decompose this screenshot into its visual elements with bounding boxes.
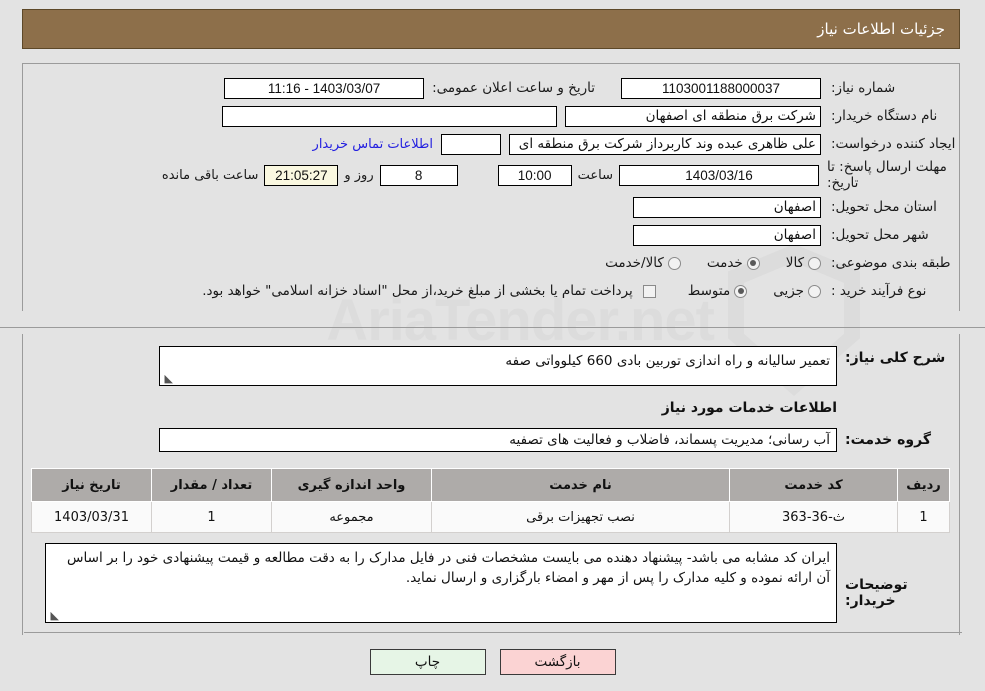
footer-bar: بازگشت چاپ — [0, 632, 985, 675]
radio-icon[interactable] — [734, 284, 748, 298]
need-number-label: شماره نیاز: — [831, 80, 896, 96]
radio-icon[interactable] — [808, 284, 821, 298]
process-option-label: جزیی — [773, 283, 804, 300]
city-field[interactable] — [633, 224, 821, 246]
creator-label: ایجاد کننده درخواست: — [831, 136, 956, 152]
cell-service-code: ث-36-363 — [729, 501, 898, 533]
days-label: روز و — [344, 168, 374, 184]
row-buyer-org: نام دستگاه خریدار: — [23, 102, 959, 130]
print-button[interactable]: چاپ — [369, 649, 486, 675]
category-radio-group: کالا خدمت کالا/خدمت — [583, 255, 821, 271]
process-radio-group: جزیی متوسط — [666, 283, 821, 299]
deadline-label: مهلت ارسال پاسخ: تا تاریخ: — [827, 159, 947, 191]
service-group-field[interactable]: آب رسانی؛ مدیریت پسماند، فاضلاب و فعالیت… — [159, 428, 837, 452]
buyer-notes-label: توضیحات خریدار: — [845, 577, 908, 609]
back-button[interactable]: بازگشت — [499, 649, 616, 675]
category-label: طبقه بندی موضوعی: — [831, 255, 951, 272]
buyer-org-field[interactable] — [565, 105, 821, 127]
cell-row-no: 1 — [897, 501, 950, 533]
cell-unit: مجموعه — [271, 501, 432, 533]
buyer-contact-link[interactable]: اطلاعات تماس خریدار — [305, 137, 441, 152]
process-label: نوع فرآیند خرید : — [831, 283, 927, 300]
radio-icon[interactable] — [667, 256, 681, 270]
page-title: جزئیات اطلاعات نیاز — [817, 20, 945, 38]
category-option-khedmat[interactable]: خدمت — [685, 255, 760, 271]
resize-grip-icon[interactable]: ◣ — [49, 610, 59, 621]
creator-field[interactable] — [509, 133, 821, 155]
province-label: استان محل تحویل: — [831, 199, 937, 216]
row-buyer-notes: توضیحات خریدار: ایران کد مشابه می باشد- … — [23, 533, 959, 635]
category-option-label: کالا — [785, 255, 804, 272]
process-option-motavaset[interactable]: متوسط — [666, 283, 748, 300]
row-deadline: مهلت ارسال پاسخ: تا تاریخ: ساعت روز و سا… — [23, 158, 959, 193]
services-table-wrap: ردیف کد خدمت نام خدمت واحد اندازه گیری ت… — [31, 468, 950, 533]
col-need-date: تاریخ نیاز — [31, 468, 152, 502]
general-description-label: شرح کلی نیاز: — [845, 350, 946, 366]
remaining-days-field[interactable] — [379, 165, 458, 187]
row-process-type: نوع فرآیند خرید : جزیی متوسط پرداخت تمام… — [23, 277, 959, 305]
category-option-kala-khedmat[interactable]: کالا/خدمت — [583, 255, 681, 271]
remaining-label: ساعت باقی مانده — [161, 168, 259, 184]
process-option-jozi[interactable]: جزیی — [751, 283, 821, 299]
details-panel: شرح کلی نیاز: تعمیر سالیانه و راه اندازی… — [22, 334, 960, 635]
page-header-bar: جزئیات اطلاعات نیاز — [22, 9, 960, 49]
page-root: AriaTender.net جزئیات اطلاعات نیاز شماره… — [0, 0, 985, 691]
footer-buttons: بازگشت چاپ — [0, 633, 985, 675]
public-announce-label: تاریخ و ساعت اعلان عمومی: — [432, 80, 595, 96]
col-row-no: ردیف — [897, 468, 950, 502]
row-need-number: شماره نیاز: تاریخ و ساعت اعلان عمومی: — [23, 74, 959, 102]
row-creator: ایجاد کننده درخواست: اطلاعات تماس خریدار — [23, 130, 959, 158]
countdown-field[interactable] — [264, 165, 339, 187]
need-number-field[interactable] — [621, 77, 821, 99]
table-header-row: ردیف کد خدمت نام خدمت واحد اندازه گیری ت… — [31, 468, 950, 502]
col-unit: واحد اندازه گیری — [271, 468, 432, 502]
category-option-kala[interactable]: کالا — [764, 255, 821, 271]
row-province: استان محل تحویل: — [23, 193, 959, 221]
general-description-value: تعمیر سالیانه و راه اندازی توربین بادی 6… — [505, 353, 830, 369]
deadline-time-field[interactable] — [497, 165, 572, 187]
resize-grip-icon[interactable]: ◣ — [163, 373, 173, 384]
treasury-checkbox-label: پرداخت تمام یا بخشی از مبلغ خرید،از محل … — [202, 283, 633, 300]
public-announce-field[interactable] — [224, 77, 425, 99]
buyer-org-label: نام دستگاه خریدار: — [831, 108, 938, 124]
col-service-name: نام خدمت — [431, 468, 730, 502]
buyer-notes-textarea[interactable]: ایران کد مشابه می باشد- پیشنهاد دهنده می… — [45, 543, 837, 623]
category-option-label: کالا/خدمت — [605, 255, 664, 272]
need-info-panel: شماره نیاز: تاریخ و ساعت اعلان عمومی: نا… — [22, 63, 960, 312]
process-option-label: متوسط — [687, 283, 731, 300]
checkbox-icon[interactable] — [642, 284, 656, 298]
cell-service-name: نصب تجهیزات برقی — [431, 501, 730, 533]
radio-icon[interactable] — [808, 256, 821, 270]
service-group-label: گروه خدمت: — [845, 432, 931, 448]
cell-need-date: 1403/03/31 — [31, 501, 152, 533]
row-city: شهر محل تحویل: — [23, 221, 959, 249]
row-general-description: شرح کلی نیاز: تعمیر سالیانه و راه اندازی… — [23, 342, 959, 386]
city-label: شهر محل تحویل: — [831, 227, 929, 244]
services-table: ردیف کد خدمت نام خدمت واحد اندازه گیری ت… — [31, 468, 950, 533]
table-row[interactable]: 1 ث-36-363 نصب تجهیزات برقی مجموعه 1 140… — [31, 501, 950, 533]
section-divider — [0, 327, 985, 328]
treasury-checkbox-item[interactable]: پرداخت تمام یا بخشی از مبلغ خرید،از محل … — [202, 283, 656, 299]
row-service-group: گروه خدمت: آب رسانی؛ مدیریت پسماند، فاضل… — [23, 422, 959, 452]
category-option-label: خدمت — [706, 255, 743, 272]
row-category: طبقه بندی موضوعی: کالا خدمت کالا/خدمت — [23, 249, 959, 277]
buyer-notes-value: ایران کد مشابه می باشد- پیشنهاد دهنده می… — [67, 550, 830, 587]
cell-quantity: 1 — [151, 501, 272, 533]
buyer-org-extra-field[interactable] — [222, 105, 557, 127]
buyer-contact-field[interactable] — [441, 133, 501, 155]
general-description-textarea[interactable]: تعمیر سالیانه و راه اندازی توربین بادی 6… — [159, 346, 837, 386]
deadline-date-field[interactable] — [619, 165, 819, 187]
radio-icon[interactable] — [746, 256, 760, 270]
services-section-title: اطلاعات خدمات مورد نیاز — [661, 400, 837, 416]
col-service-code: کد خدمت — [729, 468, 898, 502]
hour-label: ساعت — [577, 168, 613, 184]
col-quantity: تعداد / مقدار — [151, 468, 272, 502]
province-field[interactable] — [633, 196, 821, 218]
